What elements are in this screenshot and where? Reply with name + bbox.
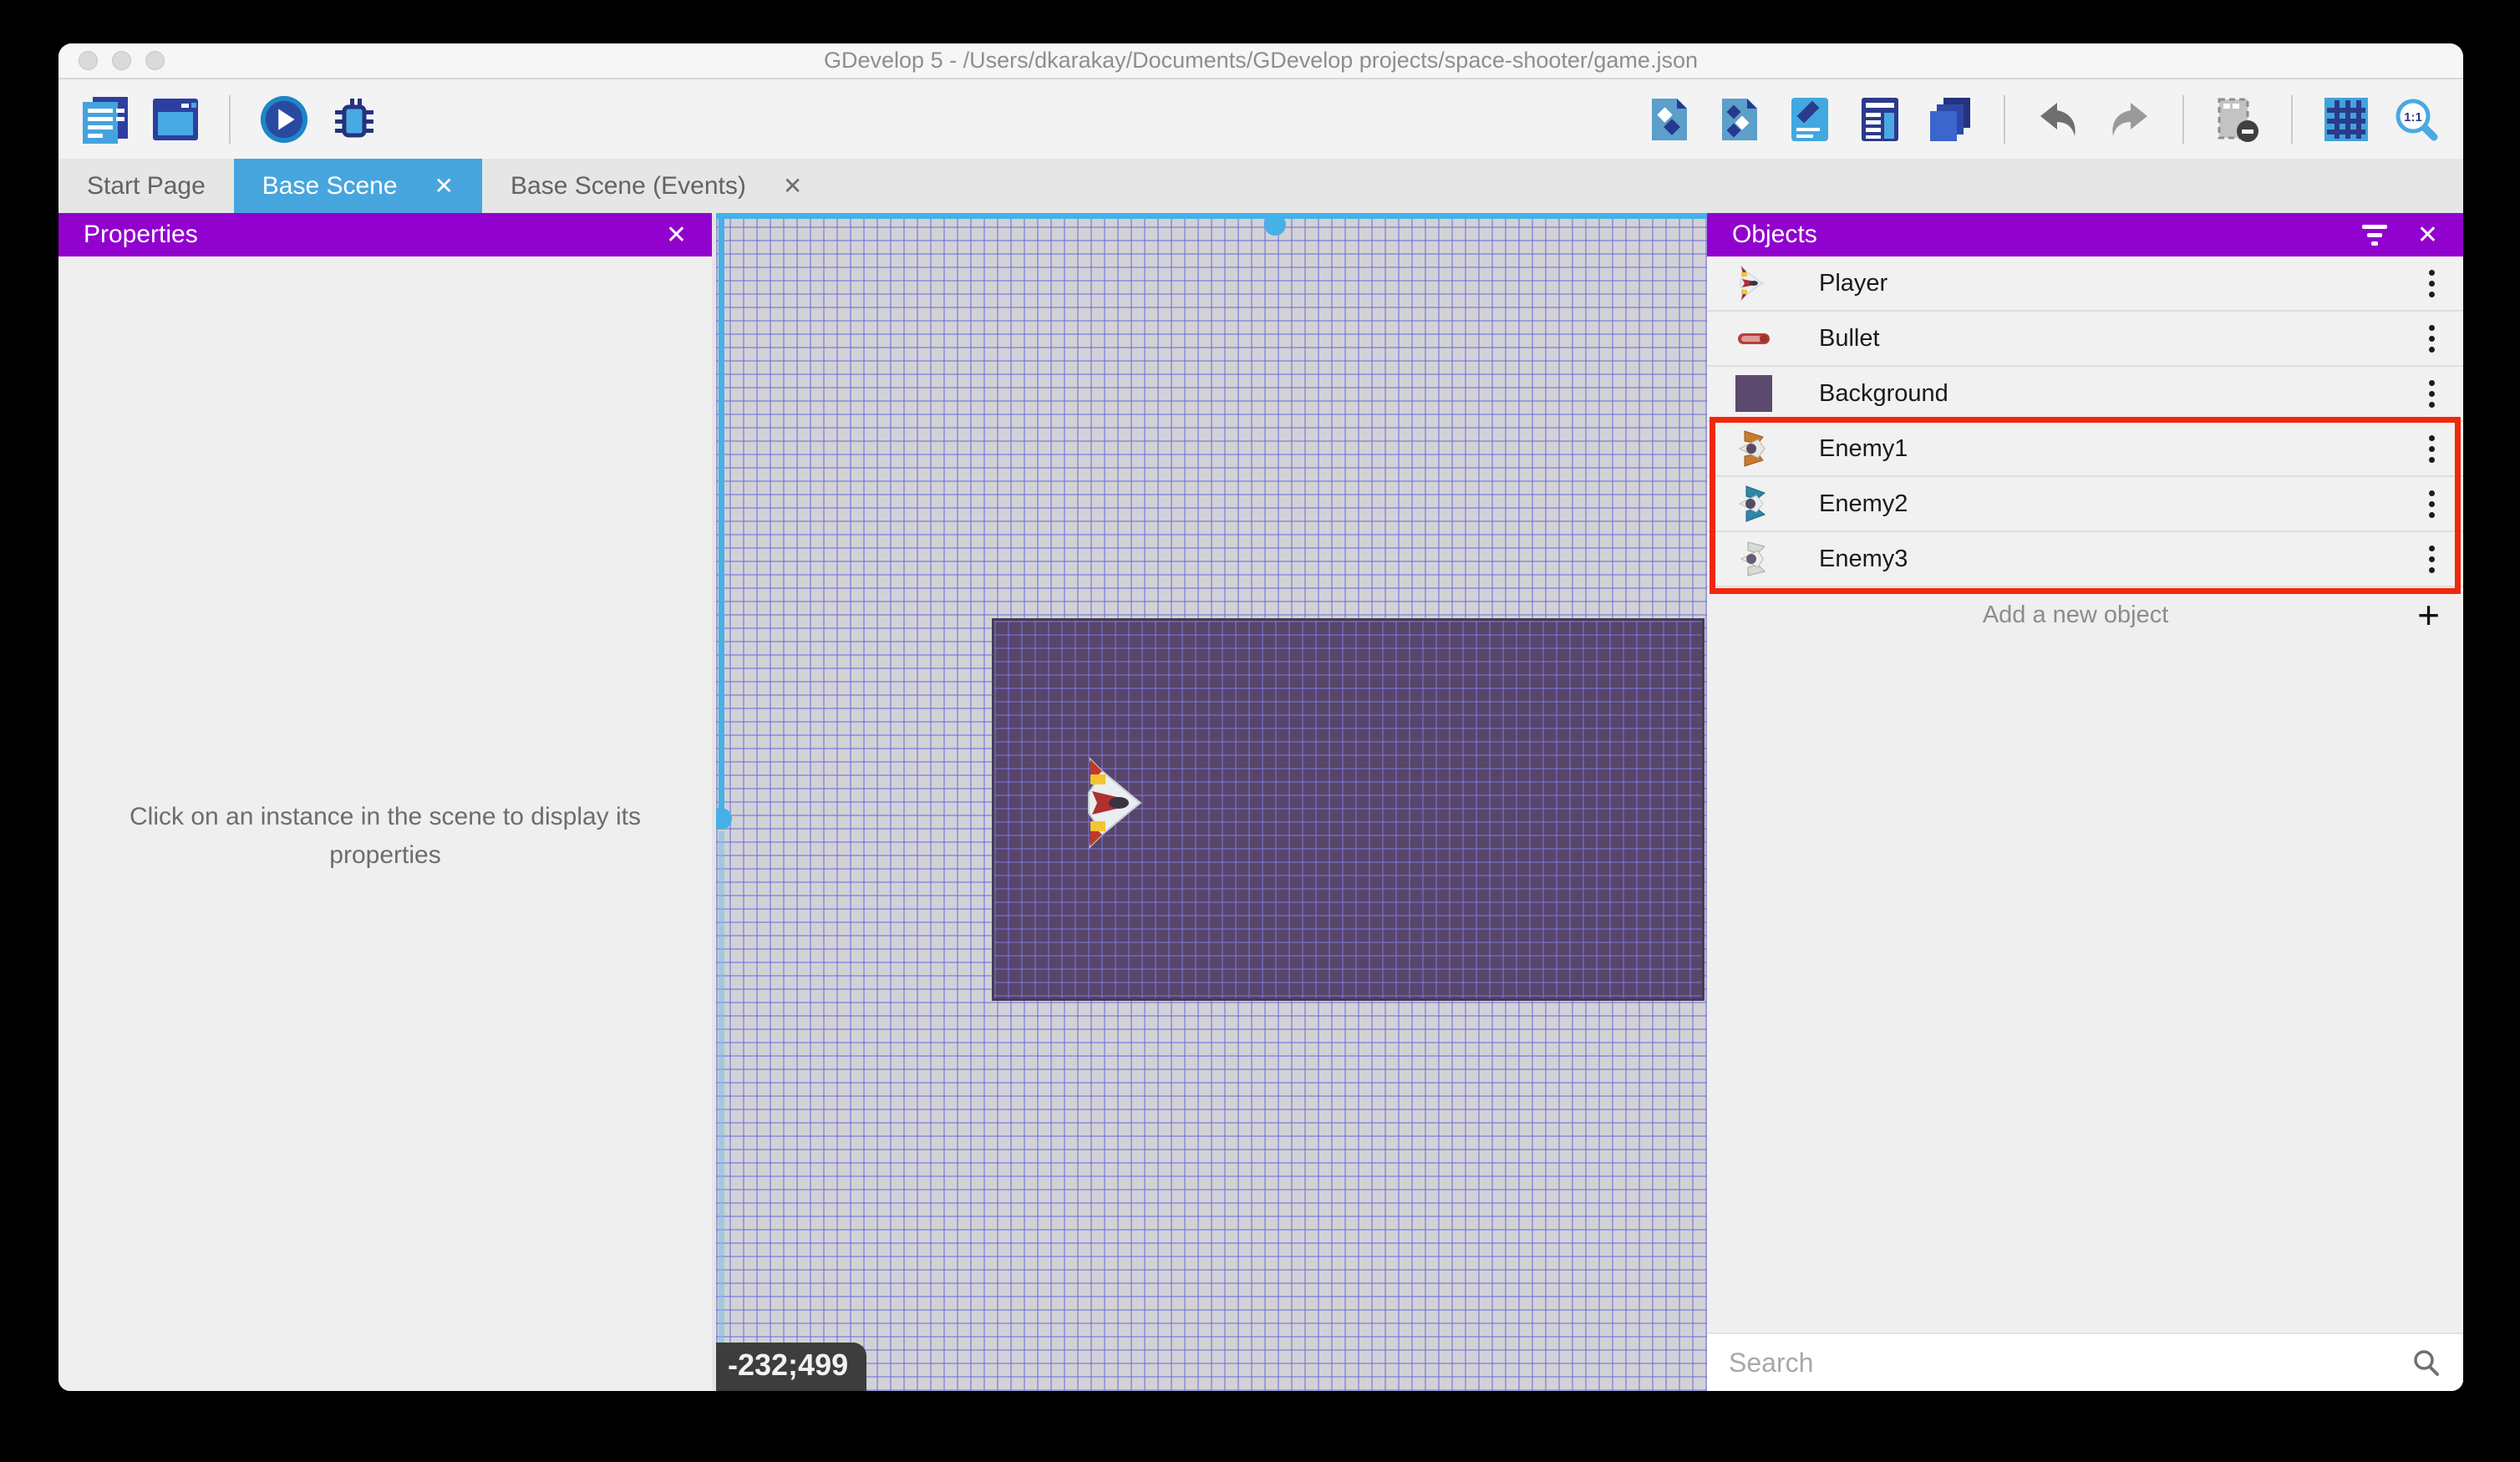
object-menu-icon[interactable] xyxy=(2424,375,2440,413)
object-menu-icon[interactable] xyxy=(2424,541,2440,578)
properties-editor-icon[interactable] xyxy=(1785,94,1835,145)
hide-instances-icon[interactable] xyxy=(2213,94,2263,145)
tab-label: Base Scene (Events) xyxy=(511,172,746,201)
toolbar-divider xyxy=(2182,95,2184,144)
search-input[interactable] xyxy=(1729,1348,2411,1378)
traffic-lights xyxy=(79,51,165,70)
tab-bar: Start Page Base Scene ✕ Base Scene (Even… xyxy=(58,159,2463,213)
enemy2-thumbnail xyxy=(1734,484,1774,524)
redo-icon[interactable] xyxy=(2104,94,2154,145)
filter-icon[interactable] xyxy=(2362,225,2387,246)
plus-icon: + xyxy=(2417,596,2440,634)
object-menu-icon[interactable] xyxy=(2424,320,2440,358)
toolbar-left xyxy=(80,94,379,145)
play-preview-icon[interactable] xyxy=(259,94,309,145)
zoom-one-to-one-icon[interactable]: 1:1 xyxy=(2391,94,2441,145)
object-menu-icon[interactable] xyxy=(2424,430,2440,468)
object-name: Background xyxy=(1819,380,2424,408)
close-window-button[interactable] xyxy=(79,51,98,70)
svg-text:1:1: 1:1 xyxy=(2404,110,2422,124)
bullet-thumbnail xyxy=(1734,318,1774,358)
selection-top-edge xyxy=(716,213,1761,219)
object-row-enemy3[interactable]: Enemy3 xyxy=(1707,532,2463,587)
properties-empty-message: Click on an instance in the scene to dis… xyxy=(92,798,678,875)
search-icon xyxy=(2411,1348,2441,1378)
close-icon[interactable]: ✕ xyxy=(2417,221,2438,250)
close-icon[interactable]: ✕ xyxy=(783,172,802,200)
selection-left-edge-faded xyxy=(719,831,724,1391)
toolbar: 1:1 xyxy=(58,79,2463,159)
zoom-window-button[interactable] xyxy=(145,51,165,70)
layers-editor-icon[interactable] xyxy=(1925,94,1975,145)
selection-handle-left[interactable] xyxy=(716,808,732,830)
player-instance[interactable] xyxy=(1080,756,1144,850)
add-object-label: Add a new object xyxy=(1734,602,2417,629)
object-name: Enemy1 xyxy=(1819,435,2424,463)
window-title: GDevelop 5 - /Users/dkarakay/Documents/G… xyxy=(824,48,1698,74)
objects-panel-header: Objects ✕ xyxy=(1707,213,2463,256)
object-name: Bullet xyxy=(1819,325,2424,353)
open-scene-window-icon[interactable] xyxy=(150,94,201,145)
properties-panel-header: Properties ✕ xyxy=(58,213,712,256)
close-icon[interactable]: ✕ xyxy=(434,172,454,200)
object-search-bar xyxy=(1707,1333,2463,1391)
selection-handle-top[interactable] xyxy=(1264,214,1286,236)
panel-title: Objects xyxy=(1732,221,1817,249)
tab-base-scene-events[interactable]: Base Scene (Events) ✕ xyxy=(482,159,831,213)
selection-left-edge xyxy=(719,213,724,816)
tab-base-scene[interactable]: Base Scene ✕ xyxy=(234,159,482,213)
editor-content: Properties ✕ Click on an instance in the… xyxy=(58,213,2463,1391)
enemy1-thumbnail xyxy=(1734,429,1774,469)
titlebar: GDevelop 5 - /Users/dkarakay/Documents/G… xyxy=(58,43,2463,79)
gdevelop-window: GDevelop 5 - /Users/dkarakay/Documents/G… xyxy=(58,43,2463,1391)
scene-canvas[interactable]: -232;499 xyxy=(716,213,1761,1391)
object-menu-icon[interactable] xyxy=(2424,485,2440,523)
tab-start-page[interactable]: Start Page xyxy=(58,159,234,213)
toolbar-divider xyxy=(2004,95,2005,144)
toolbar-divider xyxy=(229,95,231,144)
object-name: Enemy2 xyxy=(1819,490,2424,518)
debug-icon[interactable] xyxy=(329,94,379,145)
panel-title: Properties xyxy=(84,221,198,249)
project-manager-icon[interactable] xyxy=(80,94,130,145)
object-row-bullet[interactable]: Bullet xyxy=(1707,312,2463,367)
object-name: Enemy3 xyxy=(1819,546,2424,573)
object-row-player[interactable]: Player xyxy=(1707,256,2463,312)
player-thumbnail xyxy=(1734,263,1774,303)
enemy3-thumbnail xyxy=(1734,539,1774,579)
object-row-background[interactable]: Background xyxy=(1707,367,2463,422)
toolbar-divider xyxy=(2291,95,2293,144)
object-row-enemy1[interactable]: Enemy1 xyxy=(1707,422,2463,477)
tab-label: Start Page xyxy=(87,172,206,201)
object-groups-editor-icon[interactable] xyxy=(1715,94,1765,145)
properties-panel: Properties ✕ Click on an instance in the… xyxy=(58,213,712,1391)
object-row-enemy2[interactable]: Enemy2 xyxy=(1707,477,2463,532)
close-icon[interactable]: ✕ xyxy=(666,221,687,250)
minimize-window-button[interactable] xyxy=(112,51,131,70)
tab-label: Base Scene xyxy=(262,172,398,201)
toggle-grid-icon[interactable] xyxy=(2321,94,2371,145)
add-object-button[interactable]: Add a new object + xyxy=(1707,587,2463,642)
object-name: Player xyxy=(1819,270,2424,297)
background-thumbnail xyxy=(1734,373,1774,414)
cursor-coordinates-badge: -232;499 xyxy=(716,1343,866,1391)
instances-list-icon[interactable] xyxy=(1855,94,1905,145)
undo-icon[interactable] xyxy=(2034,94,2084,145)
objects-panel: Objects ✕ Player xyxy=(1707,213,2463,1391)
toolbar-right: 1:1 xyxy=(1644,94,2441,145)
object-menu-icon[interactable] xyxy=(2424,265,2440,302)
objects-editor-icon[interactable] xyxy=(1644,94,1694,145)
